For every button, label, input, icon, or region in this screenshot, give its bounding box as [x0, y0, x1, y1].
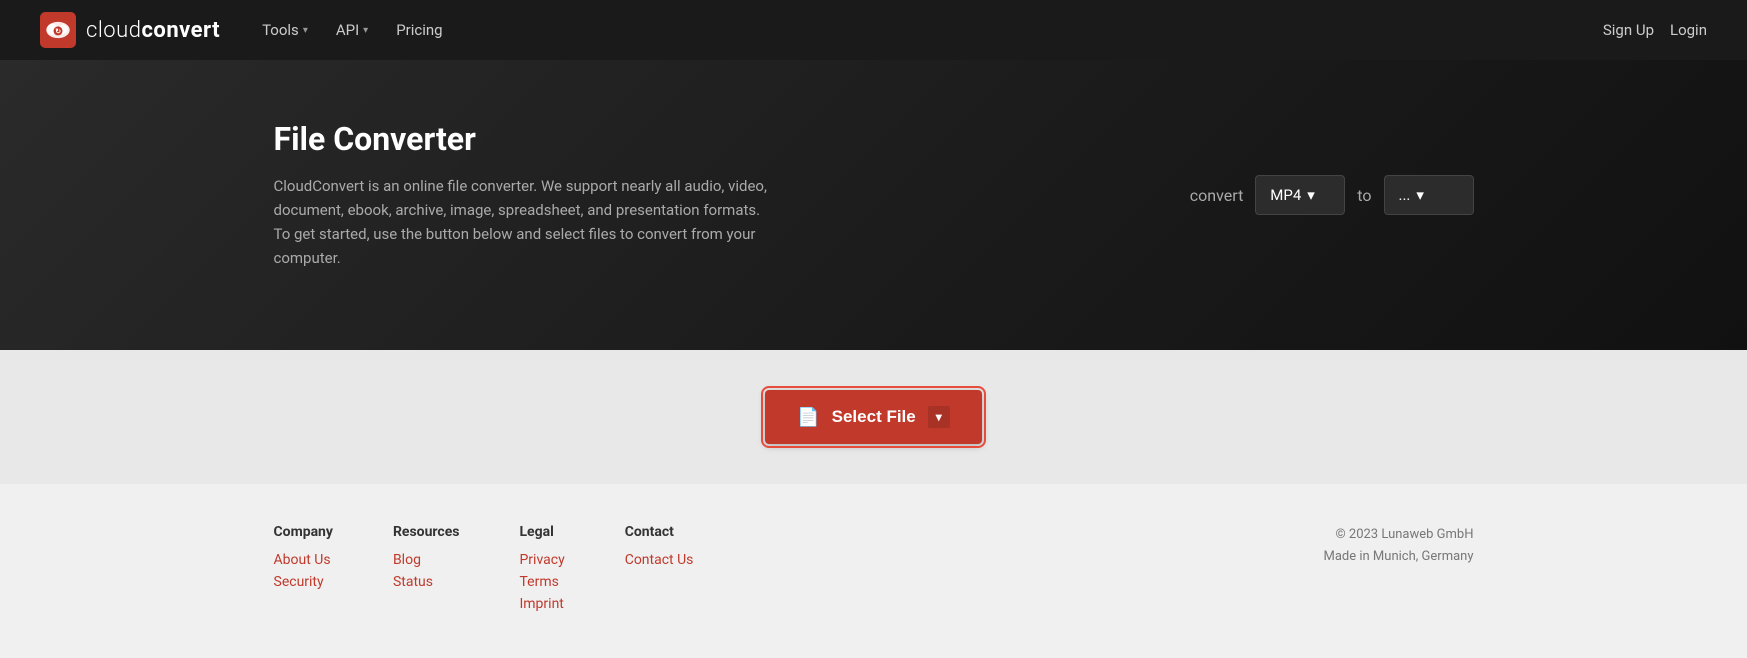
- footer-terms-link[interactable]: Terms: [519, 574, 564, 590]
- signup-link[interactable]: Sign Up: [1603, 21, 1654, 39]
- converter-widget: convert MP4 ▾ to ... ▾: [1190, 175, 1474, 215]
- footer-columns: Company About Us Security Resources Blog…: [274, 524, 694, 618]
- target-format-select[interactable]: ... ▾: [1384, 175, 1474, 215]
- footer-inner: Company About Us Security Resources Blog…: [274, 524, 1474, 618]
- footer-imprint-link[interactable]: Imprint: [519, 596, 564, 612]
- footer-legal-heading: Legal: [519, 524, 564, 540]
- brand-logo-link[interactable]: ↻ cloudconvert: [40, 12, 220, 48]
- hero-description: CloudConvert is an online file converter…: [274, 174, 774, 270]
- footer-resources: Resources Blog Status: [393, 524, 460, 618]
- api-menu[interactable]: API ▾: [324, 13, 380, 47]
- footer-status-link[interactable]: Status: [393, 574, 460, 590]
- location-text: Made in Munich, Germany: [1324, 546, 1474, 568]
- to-label: to: [1357, 186, 1371, 205]
- footer-privacy-link[interactable]: Privacy: [519, 552, 564, 568]
- nav-right: Sign Up Login: [1603, 21, 1707, 39]
- api-chevron-icon: ▾: [363, 25, 368, 36]
- footer-contact-us-link[interactable]: Contact Us: [625, 552, 694, 568]
- brand-icon: ↻: [40, 12, 76, 48]
- hero-section: File Converter CloudConvert is an online…: [0, 60, 1747, 350]
- source-format-select[interactable]: MP4 ▾: [1255, 175, 1345, 215]
- hero-title: File Converter: [274, 120, 774, 158]
- footer-blog-link[interactable]: Blog: [393, 552, 460, 568]
- convert-label: convert: [1190, 186, 1244, 205]
- tools-menu[interactable]: Tools ▾: [250, 13, 320, 47]
- cta-section: 📄 Select File ▾: [0, 350, 1747, 484]
- footer-contact: Contact Contact Us: [625, 524, 694, 618]
- footer-company: Company About Us Security: [274, 524, 333, 618]
- tools-chevron-icon: ▾: [303, 25, 308, 36]
- brand-name: cloudconvert: [86, 18, 220, 43]
- copyright-text: © 2023 Lunaweb GmbH: [1324, 524, 1474, 546]
- hero-text: File Converter CloudConvert is an online…: [274, 120, 774, 270]
- pricing-link[interactable]: Pricing: [384, 13, 454, 47]
- navbar: ↻ cloudconvert Tools ▾ API ▾ Pricing Sig…: [0, 0, 1747, 60]
- footer-resources-heading: Resources: [393, 524, 460, 540]
- footer-company-heading: Company: [274, 524, 333, 540]
- footer-legal: Legal Privacy Terms Imprint: [519, 524, 564, 618]
- footer-about-us-link[interactable]: About Us: [274, 552, 333, 568]
- nav-links: Tools ▾ API ▾ Pricing: [250, 13, 1603, 47]
- select-file-button[interactable]: 📄 Select File ▾: [765, 390, 982, 444]
- file-icon: 📄: [797, 407, 819, 428]
- svg-text:↻: ↻: [55, 27, 61, 36]
- login-link[interactable]: Login: [1670, 21, 1707, 39]
- hero-inner: File Converter CloudConvert is an online…: [274, 120, 1474, 270]
- footer: Company About Us Security Resources Blog…: [0, 484, 1747, 658]
- footer-contact-heading: Contact: [625, 524, 694, 540]
- target-format-chevron-icon: ▾: [1416, 186, 1424, 204]
- source-format-chevron-icon: ▾: [1307, 186, 1315, 204]
- footer-security-link[interactable]: Security: [274, 574, 333, 590]
- select-file-chevron-icon[interactable]: ▾: [928, 406, 950, 428]
- footer-copyright: © 2023 Lunaweb GmbH Made in Munich, Germ…: [1324, 524, 1474, 568]
